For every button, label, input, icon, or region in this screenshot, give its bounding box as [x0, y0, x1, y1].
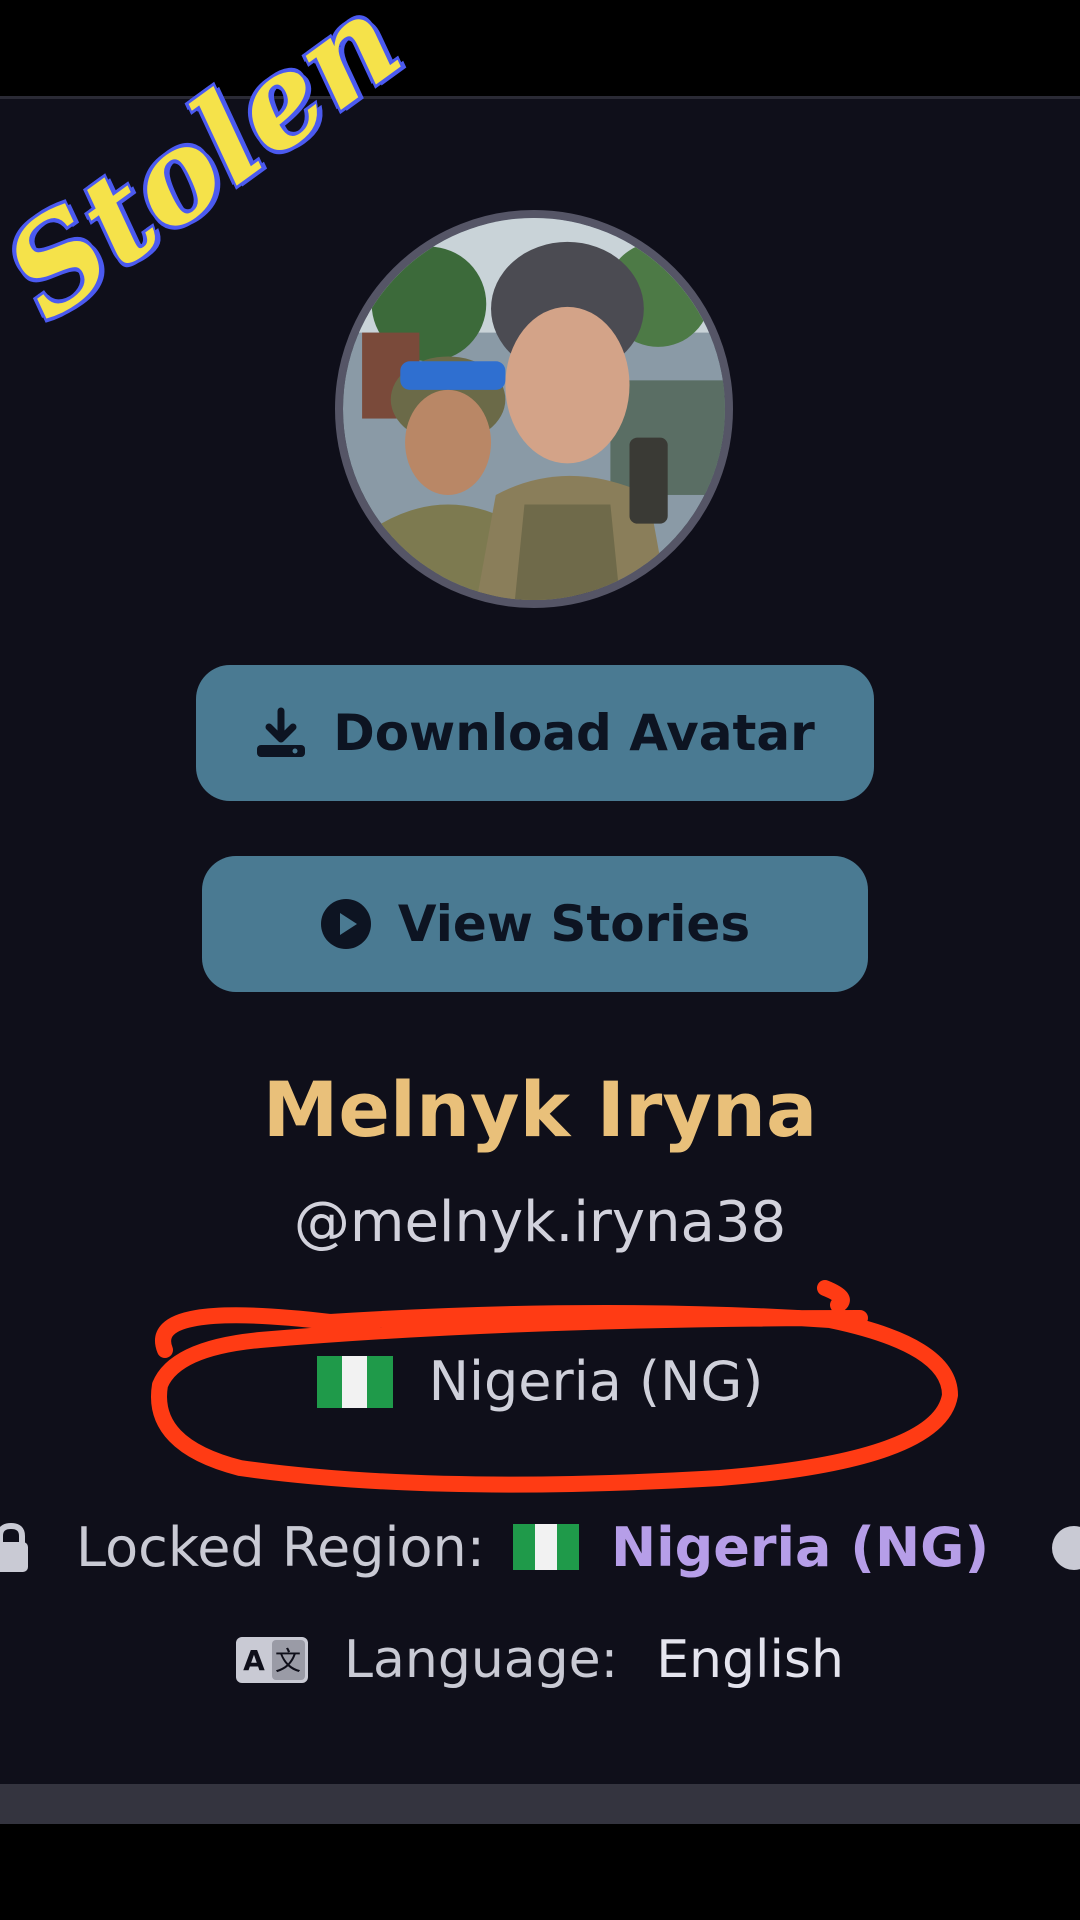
language-value: English: [656, 1630, 844, 1690]
profile-photo: [343, 218, 725, 600]
view-stories-label: View Stories: [397, 895, 751, 953]
download-avatar-button[interactable]: Download Avatar: [196, 665, 874, 801]
locked-region-value: Nigeria (NG): [610, 1515, 990, 1579]
svg-text:A: A: [243, 1644, 265, 1677]
country-row: Nigeria (NG): [0, 1350, 1080, 1413]
locked-region-label: Locked Region:: [76, 1515, 485, 1579]
display-name: Melnyk Iryna: [262, 1065, 818, 1154]
svg-text:文: 文: [275, 1647, 301, 1677]
language-row: A 文 Language: English: [0, 1630, 1080, 1690]
bottom-bar: [0, 1784, 1080, 1824]
locked-region-row: Locked Region: Nigeria (NG): [0, 1512, 989, 1582]
nigeria-flag-small-icon: [512, 1524, 579, 1570]
play-circle-icon: [320, 898, 372, 950]
lock-icon: [0, 1522, 28, 1572]
avatar[interactable]: [335, 210, 733, 608]
translate-icon: A 文: [236, 1637, 309, 1683]
view-stories-button[interactable]: View Stories: [202, 856, 868, 992]
download-icon: [255, 707, 307, 759]
language-label: Language:: [344, 1630, 619, 1690]
download-avatar-label: Download Avatar: [333, 704, 815, 762]
country-label: Nigeria (NG): [428, 1350, 764, 1413]
screen: Download Avatar View Stories Melnyk Iryn…: [0, 0, 1080, 1920]
nigeria-flag-icon: [316, 1355, 393, 1408]
username-handle: @melnyk.iryna38: [293, 1190, 787, 1255]
